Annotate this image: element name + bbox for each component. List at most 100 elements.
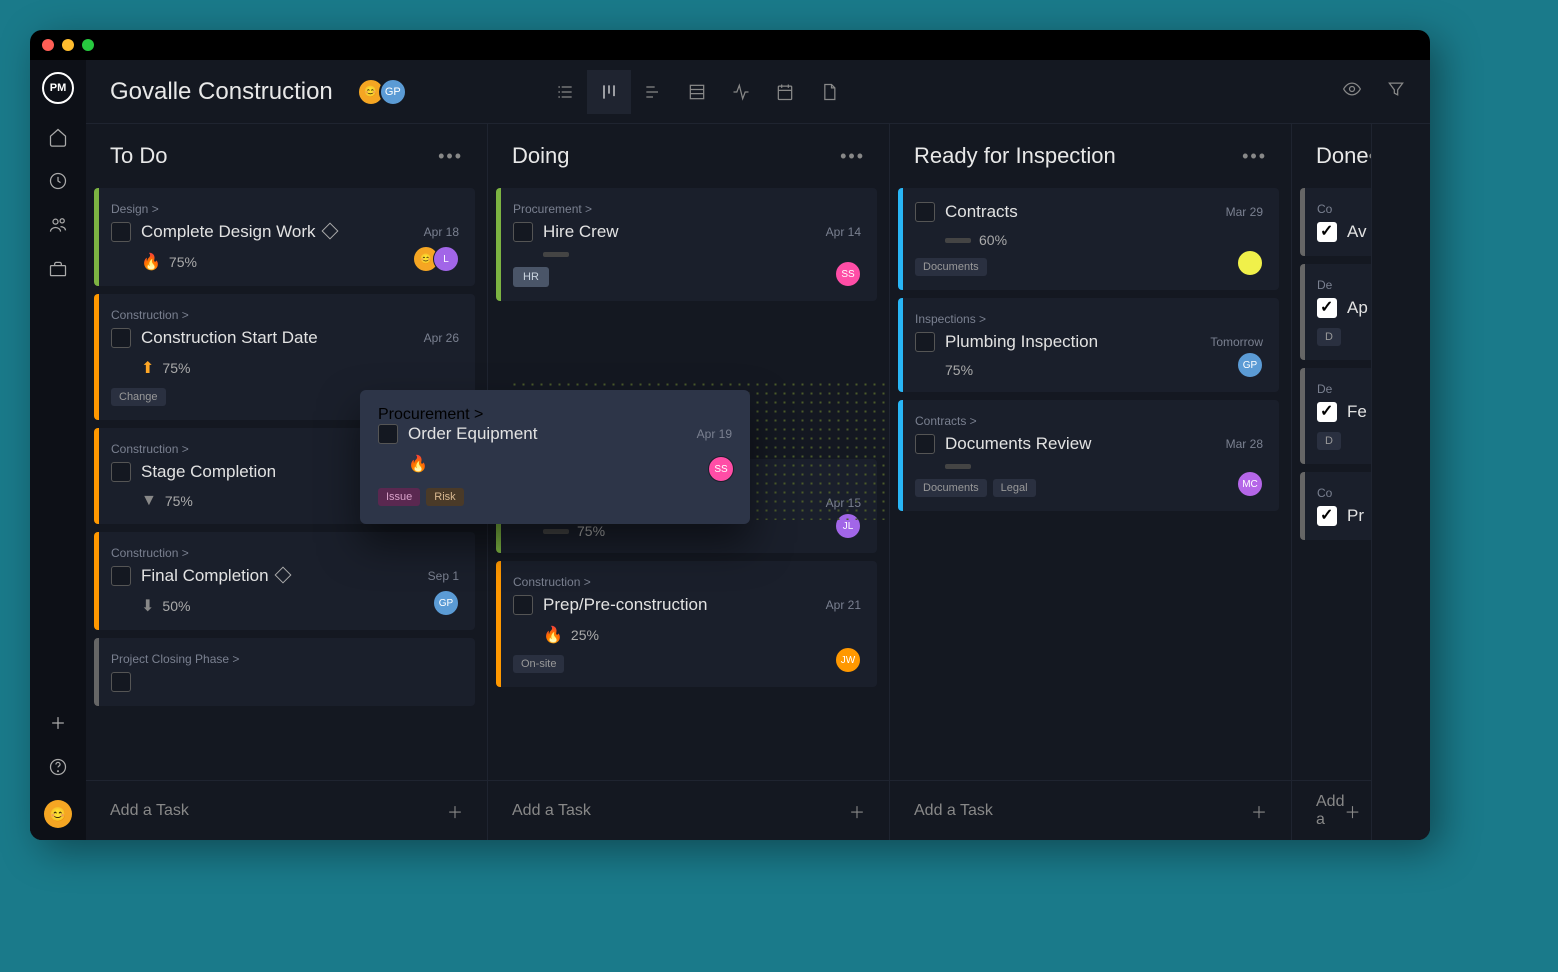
task-checkbox[interactable] (1317, 222, 1337, 242)
card-breadcrumb: Co (1317, 202, 1371, 216)
main-area: Govalle Construction 😊 GP (86, 60, 1430, 840)
task-title: Fe (1347, 402, 1371, 422)
task-card[interactable]: Project Closing Phase > (94, 638, 475, 706)
avatar[interactable]: GP (1237, 352, 1263, 378)
avatar[interactable] (1237, 250, 1263, 276)
task-percent: 75% (162, 360, 190, 376)
task-card[interactable]: Construction >Final Completion Sep 1⬇50%… (94, 532, 475, 630)
task-checkbox[interactable] (513, 595, 533, 615)
task-checkbox[interactable] (378, 424, 398, 444)
task-percent: 50% (162, 598, 190, 614)
logo-icon[interactable]: PM (42, 72, 74, 104)
task-checkbox[interactable] (111, 222, 131, 242)
avatar[interactable]: SS (835, 261, 861, 287)
priority-down-icon: ▼ (141, 492, 157, 510)
flame-icon: 🔥 (141, 252, 161, 272)
tag: D (1317, 432, 1341, 450)
task-checkbox[interactable] (111, 462, 131, 482)
task-checkbox[interactable] (1317, 506, 1337, 526)
task-card[interactable]: Inspections >Plumbing InspectionTomorrow… (898, 298, 1279, 392)
task-checkbox[interactable] (915, 332, 935, 352)
plus-icon: ＋ (1251, 799, 1267, 823)
card-avatars: 😊L (419, 246, 459, 272)
task-card[interactable]: DeApD (1300, 264, 1371, 360)
task-card[interactable]: CoAv (1300, 188, 1371, 256)
task-date: Apr 14 (826, 225, 861, 239)
task-date: Tomorrow (1210, 335, 1263, 349)
progress-bar (945, 464, 971, 469)
progress-bar (543, 529, 569, 534)
column-body: ContractsMar 2960%DocumentsInspections >… (890, 188, 1291, 780)
add-task-button[interactable]: Add a Task＋ (488, 780, 889, 840)
tag: Issue (378, 488, 420, 506)
app-window: PM 😊 Govalle Construction 😊 GP (30, 30, 1430, 840)
home-icon[interactable] (47, 126, 69, 148)
column-menu-icon[interactable]: ••• (438, 146, 463, 167)
header-actions (1342, 79, 1406, 104)
flame-icon: 🔥 (543, 625, 563, 645)
tag: Documents (915, 479, 987, 497)
avatar[interactable]: GP (433, 590, 459, 616)
sheet-view-icon[interactable] (675, 70, 719, 114)
add-task-button[interactable]: Add a＋ (1292, 780, 1371, 840)
task-date: Apr 26 (424, 331, 459, 345)
task-title: Final Completion (141, 566, 418, 586)
task-title: Prep/Pre-construction (543, 595, 816, 615)
task-checkbox[interactable] (1317, 402, 1337, 422)
header: Govalle Construction 😊 GP (86, 60, 1430, 124)
activity-view-icon[interactable] (719, 70, 763, 114)
file-view-icon[interactable] (807, 70, 851, 114)
task-card[interactable]: DeFeD (1300, 368, 1371, 464)
avatar[interactable]: L (433, 246, 459, 272)
avatar[interactable]: MC (1237, 471, 1263, 497)
visibility-icon[interactable] (1342, 79, 1362, 104)
task-title: Documents Review (945, 434, 1216, 454)
briefcase-icon[interactable] (47, 258, 69, 280)
close-window-button[interactable] (42, 39, 54, 51)
task-checkbox[interactable] (513, 222, 533, 242)
progress-bar (945, 238, 971, 243)
current-user-avatar[interactable]: 😊 (44, 800, 72, 828)
add-task-button[interactable]: Add a Task＋ (86, 780, 487, 840)
card-avatars: SS (841, 261, 861, 287)
task-checkbox[interactable] (111, 672, 131, 692)
calendar-view-icon[interactable] (763, 70, 807, 114)
minimize-window-button[interactable] (62, 39, 74, 51)
project-members[interactable]: 😊 GP (357, 78, 407, 106)
task-checkbox[interactable] (1317, 298, 1337, 318)
task-date: Apr 19 (697, 427, 732, 441)
task-checkbox[interactable] (915, 202, 935, 222)
column-menu-icon[interactable]: ••• (1242, 146, 1267, 167)
task-card[interactable]: ContractsMar 2960%Documents (898, 188, 1279, 290)
avatar[interactable]: GP (379, 78, 407, 106)
list-view-icon[interactable] (543, 70, 587, 114)
people-icon[interactable] (47, 214, 69, 236)
progress-bar (543, 252, 569, 257)
recent-icon[interactable] (47, 170, 69, 192)
help-icon[interactable] (47, 756, 69, 778)
column-menu-icon[interactable]: ••• (1369, 146, 1372, 167)
filter-icon[interactable] (1386, 79, 1406, 104)
task-card[interactable]: Procurement >Hire CrewApr 14HRSS (496, 188, 877, 301)
task-checkbox[interactable] (111, 566, 131, 586)
avatar: SS (708, 456, 734, 482)
card-avatars: MC (1243, 471, 1263, 497)
add-task-button[interactable]: Add a Task＋ (890, 780, 1291, 840)
add-icon[interactable] (47, 712, 69, 734)
gantt-view-icon[interactable] (631, 70, 675, 114)
task-card[interactable]: Construction >Prep/Pre-constructionApr 2… (496, 561, 877, 687)
add-task-label: Add a (1316, 793, 1344, 829)
task-checkbox[interactable] (111, 328, 131, 348)
dragging-task-card[interactable]: Procurement > Order Equipment Apr 19 🔥 I… (360, 390, 750, 524)
board-view-icon[interactable] (587, 70, 631, 114)
column-title: To Do (110, 143, 167, 169)
task-card[interactable]: Contracts >Documents ReviewMar 28Documen… (898, 400, 1279, 511)
task-card[interactable]: Design >Complete Design Work Apr 18🔥75%😊… (94, 188, 475, 286)
flame-icon: 🔥 (408, 454, 428, 474)
column-menu-icon[interactable]: ••• (840, 146, 865, 167)
task-percent: 75% (577, 523, 605, 539)
avatar[interactable]: JW (835, 647, 861, 673)
task-checkbox[interactable] (915, 434, 935, 454)
task-card[interactable]: CoPr (1300, 472, 1371, 540)
maximize-window-button[interactable] (82, 39, 94, 51)
